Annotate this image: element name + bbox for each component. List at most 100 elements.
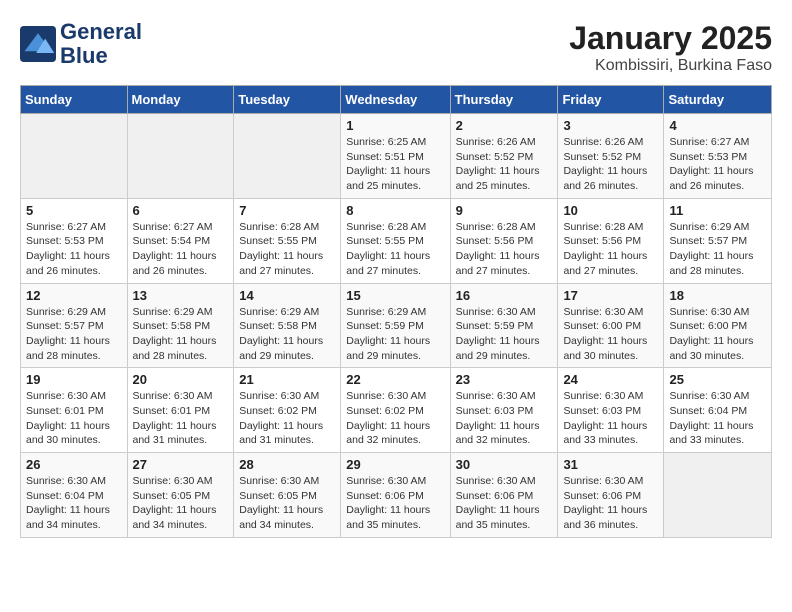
calendar-cell bbox=[21, 114, 128, 199]
calendar-cell: 9 Sunrise: 6:28 AM Sunset: 5:56 PM Daylig… bbox=[450, 198, 558, 283]
day-number: 1 bbox=[346, 118, 444, 133]
day-number: 18 bbox=[669, 288, 766, 303]
day-info: Sunrise: 6:30 AM Sunset: 6:05 PM Dayligh… bbox=[239, 474, 335, 533]
calendar-table: SundayMondayTuesdayWednesdayThursdayFrid… bbox=[20, 85, 772, 538]
weekday-header-friday: Friday bbox=[558, 86, 664, 114]
week-row-2: 5Sunrise: 6:27 AM Sunset: 5:53 PM Daylig… bbox=[21, 198, 772, 283]
calendar-cell: 5Sunrise: 6:27 AM Sunset: 5:53 PM Daylig… bbox=[21, 198, 128, 283]
day-number: 6 bbox=[133, 203, 229, 218]
title-block: January 2025 Kombissiri, Burkina Faso bbox=[569, 20, 772, 75]
calendar-cell: 3 Sunrise: 6:26 AM Sunset: 5:52 PM Daylig… bbox=[558, 114, 664, 199]
day-number: 11 bbox=[669, 203, 766, 218]
calendar-cell: 11 Sunrise: 6:29 AM Sunset: 5:57 PM Dayli… bbox=[664, 198, 772, 283]
day-info: Sunrise: 6:30 AM Sunset: 6:00 PM Dayligh… bbox=[669, 305, 766, 364]
weekday-header-wednesday: Wednesday bbox=[341, 86, 450, 114]
calendar-cell bbox=[234, 114, 341, 199]
calendar-cell: 31 Sunrise: 6:30 AM Sunset: 6:06 PM Dayli… bbox=[558, 453, 664, 538]
calendar-cell bbox=[127, 114, 234, 199]
logo-icon bbox=[20, 26, 56, 62]
day-number: 20 bbox=[133, 372, 229, 387]
day-number: 4 bbox=[669, 118, 766, 133]
week-row-1: 1 Sunrise: 6:25 AM Sunset: 5:51 PM Daylig… bbox=[21, 114, 772, 199]
calendar-cell: 21Sunrise: 6:30 AM Sunset: 6:02 PM Dayli… bbox=[234, 368, 341, 453]
calendar-cell: 20 Sunrise: 6:30 AM Sunset: 6:01 PM Dayli… bbox=[127, 368, 234, 453]
calendar-cell: 6Sunrise: 6:27 AM Sunset: 5:54 PM Daylig… bbox=[127, 198, 234, 283]
day-number: 25 bbox=[669, 372, 766, 387]
day-number: 7 bbox=[239, 203, 335, 218]
day-number: 8 bbox=[346, 203, 444, 218]
weekday-header-sunday: Sunday bbox=[21, 86, 128, 114]
logo-text: General Blue bbox=[60, 20, 142, 68]
weekday-header-row: SundayMondayTuesdayWednesdayThursdayFrid… bbox=[21, 86, 772, 114]
day-number: 3 bbox=[563, 118, 658, 133]
day-info: Sunrise: 6:25 AM Sunset: 5:51 PM Dayligh… bbox=[346, 135, 444, 194]
day-info: Sunrise: 6:27 AM Sunset: 5:53 PM Dayligh… bbox=[669, 135, 766, 194]
day-info: Sunrise: 6:29 AM Sunset: 5:59 PM Dayligh… bbox=[346, 305, 444, 364]
weekday-header-saturday: Saturday bbox=[664, 86, 772, 114]
calendar-cell: 22 Sunrise: 6:30 AM Sunset: 6:02 PM Dayli… bbox=[341, 368, 450, 453]
day-info: Sunrise: 6:29 AM Sunset: 5:58 PM Dayligh… bbox=[239, 305, 335, 364]
calendar-subtitle: Kombissiri, Burkina Faso bbox=[569, 57, 772, 75]
day-number: 10 bbox=[563, 203, 658, 218]
calendar-cell: 13Sunrise: 6:29 AM Sunset: 5:58 PM Dayli… bbox=[127, 283, 234, 368]
day-number: 16 bbox=[456, 288, 553, 303]
day-info: Sunrise: 6:29 AM Sunset: 5:57 PM Dayligh… bbox=[669, 220, 766, 279]
day-info: Sunrise: 6:30 AM Sunset: 6:04 PM Dayligh… bbox=[26, 474, 122, 533]
day-info: Sunrise: 6:30 AM Sunset: 6:01 PM Dayligh… bbox=[133, 389, 229, 448]
calendar-cell: 23 Sunrise: 6:30 AM Sunset: 6:03 PM Dayli… bbox=[450, 368, 558, 453]
day-number: 30 bbox=[456, 457, 553, 472]
day-number: 28 bbox=[239, 457, 335, 472]
day-number: 2 bbox=[456, 118, 553, 133]
day-number: 23 bbox=[456, 372, 553, 387]
day-number: 27 bbox=[133, 457, 229, 472]
page-header: General Blue January 2025 Kombissiri, Bu… bbox=[20, 20, 772, 75]
day-number: 14 bbox=[239, 288, 335, 303]
week-row-5: 26Sunrise: 6:30 AM Sunset: 6:04 PM Dayli… bbox=[21, 453, 772, 538]
logo: General Blue bbox=[20, 20, 142, 68]
calendar-cell: 30 Sunrise: 6:30 AM Sunset: 6:06 PM Dayli… bbox=[450, 453, 558, 538]
weekday-header-thursday: Thursday bbox=[450, 86, 558, 114]
day-info: Sunrise: 6:30 AM Sunset: 6:02 PM Dayligh… bbox=[346, 389, 444, 448]
calendar-cell: 4 Sunrise: 6:27 AM Sunset: 5:53 PM Daylig… bbox=[664, 114, 772, 199]
day-number: 15 bbox=[346, 288, 444, 303]
day-number: 19 bbox=[26, 372, 122, 387]
calendar-cell: 24 Sunrise: 6:30 AM Sunset: 6:03 PM Dayli… bbox=[558, 368, 664, 453]
day-info: Sunrise: 6:28 AM Sunset: 5:55 PM Dayligh… bbox=[346, 220, 444, 279]
day-info: Sunrise: 6:30 AM Sunset: 6:06 PM Dayligh… bbox=[346, 474, 444, 533]
weekday-header-monday: Monday bbox=[127, 86, 234, 114]
day-info: Sunrise: 6:28 AM Sunset: 5:56 PM Dayligh… bbox=[456, 220, 553, 279]
calendar-cell: 19Sunrise: 6:30 AM Sunset: 6:01 PM Dayli… bbox=[21, 368, 128, 453]
day-info: Sunrise: 6:26 AM Sunset: 5:52 PM Dayligh… bbox=[456, 135, 553, 194]
day-info: Sunrise: 6:30 AM Sunset: 6:04 PM Dayligh… bbox=[669, 389, 766, 448]
calendar-cell: 17 Sunrise: 6:30 AM Sunset: 6:00 PM Dayli… bbox=[558, 283, 664, 368]
calendar-cell: 1 Sunrise: 6:25 AM Sunset: 5:51 PM Daylig… bbox=[341, 114, 450, 199]
calendar-title: January 2025 bbox=[569, 20, 772, 57]
day-info: Sunrise: 6:26 AM Sunset: 5:52 PM Dayligh… bbox=[563, 135, 658, 194]
day-info: Sunrise: 6:29 AM Sunset: 5:58 PM Dayligh… bbox=[133, 305, 229, 364]
day-number: 21 bbox=[239, 372, 335, 387]
day-info: Sunrise: 6:27 AM Sunset: 5:53 PM Dayligh… bbox=[26, 220, 122, 279]
day-number: 17 bbox=[563, 288, 658, 303]
calendar-cell: 16Sunrise: 6:30 AM Sunset: 5:59 PM Dayli… bbox=[450, 283, 558, 368]
calendar-cell bbox=[664, 453, 772, 538]
day-info: Sunrise: 6:30 AM Sunset: 6:06 PM Dayligh… bbox=[456, 474, 553, 533]
day-info: Sunrise: 6:29 AM Sunset: 5:57 PM Dayligh… bbox=[26, 305, 122, 364]
day-info: Sunrise: 6:30 AM Sunset: 6:03 PM Dayligh… bbox=[563, 389, 658, 448]
calendar-cell: 15 Sunrise: 6:29 AM Sunset: 5:59 PM Dayli… bbox=[341, 283, 450, 368]
calendar-cell: 12 Sunrise: 6:29 AM Sunset: 5:57 PM Dayli… bbox=[21, 283, 128, 368]
day-info: Sunrise: 6:30 AM Sunset: 6:06 PM Dayligh… bbox=[563, 474, 658, 533]
week-row-3: 12 Sunrise: 6:29 AM Sunset: 5:57 PM Dayli… bbox=[21, 283, 772, 368]
calendar-cell: 28 Sunrise: 6:30 AM Sunset: 6:05 PM Dayli… bbox=[234, 453, 341, 538]
day-number: 12 bbox=[26, 288, 122, 303]
day-number: 9 bbox=[456, 203, 553, 218]
week-row-4: 19 Sunrise: 6:30 AM Sunset: 6:01 PM Dayli… bbox=[21, 368, 772, 453]
day-number: 22 bbox=[346, 372, 444, 387]
day-number: 24 bbox=[563, 372, 658, 387]
calendar-cell: 7 Sunrise: 6:28 AM Sunset: 5:55 PM Daylig… bbox=[234, 198, 341, 283]
logo-line1: General bbox=[60, 20, 142, 44]
day-info: Sunrise: 6:28 AM Sunset: 5:55 PM Dayligh… bbox=[239, 220, 335, 279]
day-info: Sunrise: 6:30 AM Sunset: 6:03 PM Dayligh… bbox=[456, 389, 553, 448]
day-number: 31 bbox=[563, 457, 658, 472]
calendar-cell: 27Sunrise: 6:30 AM Sunset: 6:05 PM Dayli… bbox=[127, 453, 234, 538]
day-info: Sunrise: 6:30 AM Sunset: 6:00 PM Dayligh… bbox=[563, 305, 658, 364]
